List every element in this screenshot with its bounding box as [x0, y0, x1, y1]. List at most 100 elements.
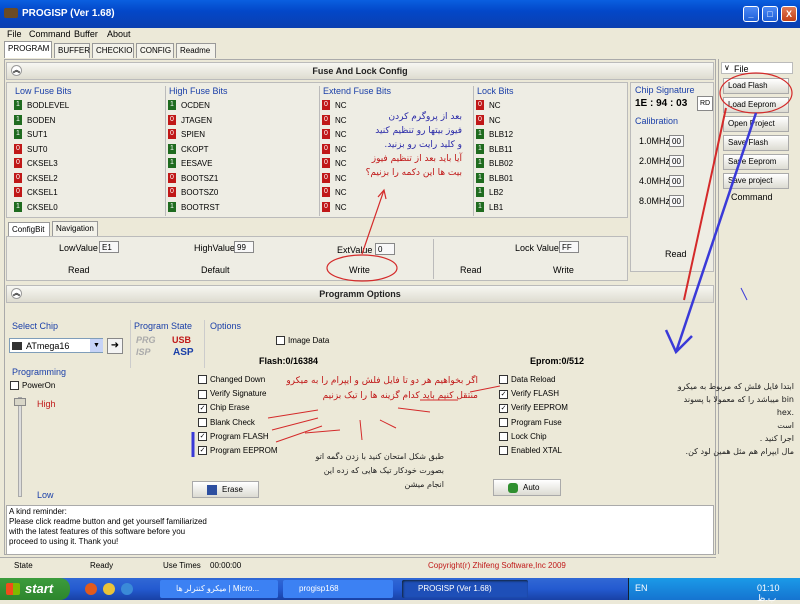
close-button[interactable]: X: [781, 6, 797, 22]
erase-button[interactable]: Erase: [192, 481, 259, 498]
fuse-bit-value[interactable]: 0: [322, 114, 330, 125]
speed-slider-track[interactable]: [18, 397, 22, 497]
fuse-bit-value[interactable]: 1: [476, 158, 484, 168]
speed-slider-thumb[interactable]: [14, 398, 26, 406]
tab-configbit[interactable]: ConfigBit: [8, 222, 50, 237]
fuse-bit[interactable]: 1 LB2: [476, 187, 503, 198]
fuse-bit-value[interactable]: 0: [476, 114, 484, 125]
fuse-bit-value[interactable]: 1: [14, 114, 22, 125]
checkbox-box[interactable]: [499, 432, 508, 442]
option-checkbox[interactable]: ✓ Program FLASH: [198, 431, 269, 443]
firefox-icon[interactable]: [85, 583, 97, 595]
fuse-bit[interactable]: 1 BLB02: [476, 158, 513, 169]
fuse-bit[interactable]: 1 BLB01: [476, 172, 513, 184]
option-checkbox[interactable]: Program Fuse: [499, 417, 562, 429]
fuse-bit[interactable]: 0 NC: [322, 143, 347, 155]
checkbox-box[interactable]: [198, 417, 207, 427]
fuse-bit[interactable]: 0 NC: [322, 187, 347, 198]
browser-icon[interactable]: [121, 583, 133, 595]
checkbox-box[interactable]: [198, 389, 207, 399]
fuse-bit[interactable]: 1 OCDEN: [168, 100, 210, 111]
chrome-icon[interactable]: [103, 583, 115, 595]
chip-select[interactable]: ATmega16 ▼: [9, 338, 103, 353]
arrow-right-icon[interactable]: ➜: [107, 338, 123, 354]
option-checkbox[interactable]: Lock Chip: [499, 431, 547, 443]
tab-readme[interactable]: Readme: [176, 43, 216, 58]
fuse-bit-value[interactable]: 0: [322, 201, 330, 212]
fuse-bit-value[interactable]: 1: [476, 172, 484, 183]
fuse-bit[interactable]: 0 SPIEN: [168, 129, 205, 140]
fuse-bit[interactable]: 0 NC: [322, 158, 347, 169]
fuse-bit[interactable]: 1 BOOTRST: [168, 201, 220, 213]
fuse-bit-value[interactable]: 0: [322, 158, 330, 168]
save-project-button[interactable]: Save project: [723, 173, 789, 189]
menu-file[interactable]: File: [7, 29, 22, 39]
checkbox-box[interactable]: ✓: [499, 389, 508, 399]
fuse-bit-value[interactable]: 0: [168, 114, 176, 125]
fuse-bit-value[interactable]: 1: [168, 100, 176, 110]
fuse-bit[interactable]: 1 CKOPT: [168, 143, 209, 155]
fuse-bit[interactable]: 0 JTAGEN: [168, 114, 212, 126]
auto-button[interactable]: Auto: [493, 479, 561, 496]
fuse-bit[interactable]: 1 BLB11: [476, 143, 512, 155]
fuse-default-button[interactable]: Default: [201, 265, 230, 275]
fuse-bit-value[interactable]: 1: [168, 143, 176, 154]
fuse-bit[interactable]: 1 CKSEL0: [14, 201, 58, 213]
option-checkbox[interactable]: ✓ Verify EEPROM: [499, 402, 568, 414]
fuse-bit[interactable]: 0 NC: [476, 114, 501, 126]
fuse-bit-value[interactable]: 1: [168, 158, 176, 168]
fuse-read-button[interactable]: Read: [68, 265, 90, 275]
minimize-button[interactable]: _: [743, 6, 759, 22]
save-flash-button[interactable]: Save Flash: [723, 135, 789, 151]
fuse-write-button[interactable]: Write: [349, 265, 370, 275]
fuse-bit-value[interactable]: 1: [476, 143, 484, 154]
option-checkbox[interactable]: Enabled XTAL: [499, 445, 562, 457]
fuse-bit[interactable]: 0 NC: [322, 129, 347, 140]
collapse-icon[interactable]: ︽: [11, 288, 22, 299]
taskbar-item-progisp[interactable]: PROGISP (Ver 1.68): [402, 580, 528, 598]
fuse-bit-value[interactable]: 1: [168, 201, 176, 212]
fuse-bit[interactable]: 0 CKSEL1: [14, 187, 58, 198]
low-value-field[interactable]: E1: [99, 241, 119, 253]
fuse-bit-value[interactable]: 0: [14, 172, 22, 183]
fuse-bit-value[interactable]: 0: [322, 143, 330, 154]
image-data-checkbox[interactable]: Image Data: [276, 335, 329, 347]
checkbox-box[interactable]: [499, 417, 508, 427]
file-group-header[interactable]: ∨ File: [721, 62, 793, 74]
read-signature-button[interactable]: RD: [697, 96, 713, 111]
fuse-bit[interactable]: 0 NC: [322, 114, 347, 126]
checkbox-box[interactable]: [198, 375, 207, 385]
fuse-bit[interactable]: 1 BODEN: [14, 114, 55, 126]
fuse-bit[interactable]: 1 EESAVE: [168, 158, 212, 169]
tab-navigation[interactable]: Navigation: [52, 221, 98, 236]
checkbox-box[interactable]: ✓: [198, 446, 207, 456]
lock-value-field[interactable]: FF: [559, 241, 579, 253]
fuse-bit[interactable]: 0 NC: [476, 100, 501, 111]
lock-write-button[interactable]: Write: [553, 265, 574, 275]
option-checkbox[interactable]: Data Reload: [499, 374, 555, 386]
fuse-bit[interactable]: 0 NC: [322, 172, 347, 184]
maximize-button[interactable]: □: [762, 6, 778, 22]
fuse-bit-value[interactable]: 0: [322, 129, 330, 139]
menu-command[interactable]: Command: [29, 29, 71, 39]
fuse-bit[interactable]: 1 BLB12: [476, 129, 513, 140]
load-flash-button[interactable]: Load Flash: [723, 78, 789, 94]
fuse-bit-value[interactable]: 1: [14, 201, 22, 212]
tab-program[interactable]: PROGRAM: [4, 41, 52, 58]
fuse-section-header[interactable]: ︽ Fuse And Lock Config: [6, 62, 714, 80]
command-group-title[interactable]: Command: [731, 192, 773, 202]
taskbar-item-folder[interactable]: progisp168: [283, 580, 393, 598]
checkbox-box[interactable]: [499, 375, 508, 385]
fuse-bit-value[interactable]: 0: [322, 187, 330, 197]
poweron-checkbox[interactable]: PowerOn: [10, 380, 55, 392]
checkbox-box[interactable]: ✓: [499, 403, 508, 413]
option-checkbox[interactable]: ✓ Program EEPROM: [198, 445, 278, 457]
high-value-field[interactable]: 99: [234, 241, 254, 253]
fuse-bit[interactable]: 0 SUT0: [14, 143, 47, 155]
taskbar-item-browser[interactable]: میکرو کنترلر ها | Micro...: [160, 580, 278, 598]
fuse-bit[interactable]: 1 BODLEVEL: [14, 100, 69, 111]
fuse-bit-value[interactable]: 0: [168, 129, 176, 139]
language-indicator[interactable]: EN: [635, 583, 648, 593]
tab-buffer[interactable]: BUFFER: [54, 43, 90, 58]
menu-buffer[interactable]: Buffer: [74, 29, 98, 39]
